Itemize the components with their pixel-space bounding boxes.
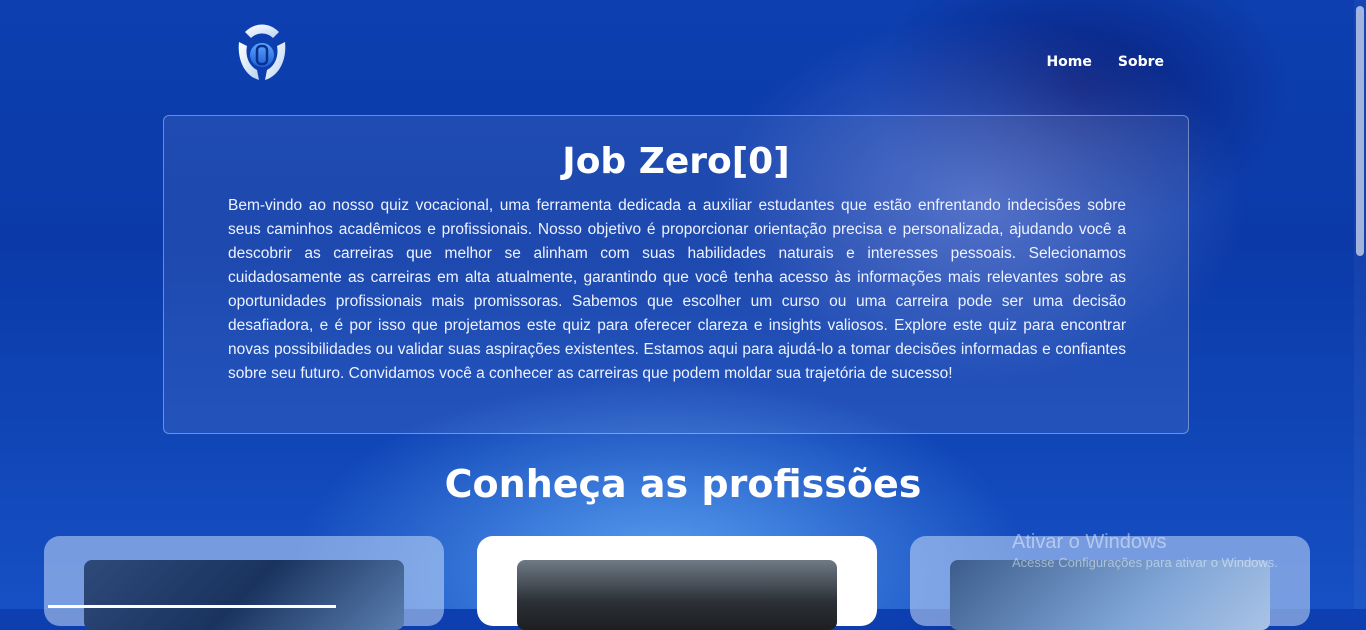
profession-card[interactable]	[477, 536, 877, 630]
intro-panel: Job Zero[0] Bem-vindo ao nosso quiz voca…	[163, 115, 1189, 434]
profession-card-image	[517, 560, 837, 630]
bottom-accent-bar	[48, 605, 336, 608]
page-title: Job Zero[0]	[562, 141, 790, 182]
intro-text: Bem-vindo ao nosso quiz vocacional, uma …	[228, 197, 1126, 382]
watermark-title: Ativar o Windows	[1012, 531, 1167, 553]
vertical-scrollbar[interactable]	[1354, 0, 1366, 609]
main-nav: Home Sobre	[1046, 54, 1164, 70]
job-zero-logo-icon[interactable]	[229, 22, 295, 86]
profession-card-image	[84, 560, 404, 630]
nav-sobre-link[interactable]: Sobre	[1118, 54, 1164, 70]
professions-heading: Conheça as profissões	[444, 462, 922, 506]
nav-home-link[interactable]: Home	[1046, 54, 1091, 70]
watermark-subtitle: Acesse Configurações para ativar o Windo…	[1012, 555, 1278, 570]
profession-card[interactable]	[44, 536, 444, 630]
scrollbar-thumb[interactable]	[1356, 6, 1364, 256]
windows-activation-watermark: Ativar o Windows Acesse Configurações pa…	[1012, 530, 1278, 572]
